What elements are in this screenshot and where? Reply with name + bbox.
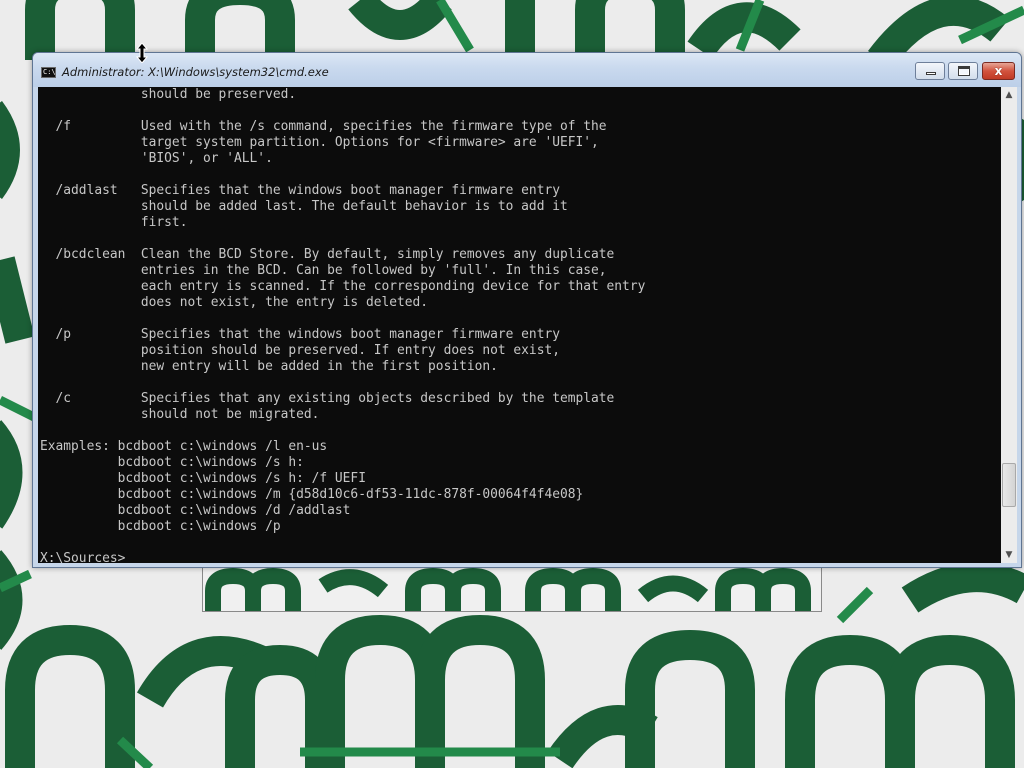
- scroll-up-arrow-icon[interactable]: ▲: [1001, 87, 1017, 103]
- console-line: does not exist, the entry is deleted.: [40, 295, 429, 310]
- console-line: /bcdclean Clean the BCD Store. By defaul…: [40, 247, 615, 262]
- resize-vertical-icon: [136, 43, 148, 63]
- console-line: position should be preserved. If entry d…: [40, 343, 560, 358]
- cmd-icon[interactable]: C:\: [41, 67, 56, 78]
- scrollbar-thumb[interactable]: [1002, 463, 1016, 507]
- console-text[interactable]: should be preserved. /f Used with the /s…: [38, 87, 1001, 563]
- console-line: Examples: bcdboot c:\windows /l en-us: [40, 439, 328, 454]
- scroll-down-arrow-icon[interactable]: ▼: [1001, 547, 1017, 563]
- console-line: bcdboot c:\windows /m {d58d10c6-df53-11d…: [40, 487, 584, 502]
- console-line: /f Used with the /s command, specifies t…: [40, 119, 607, 134]
- vertical-scrollbar[interactable]: ▲ ▼: [1001, 87, 1017, 563]
- console-line: bcdboot c:\windows /d /addlast: [40, 503, 351, 518]
- console-line: X:\Sources>: [40, 551, 126, 563]
- minimize-button[interactable]: [915, 62, 945, 80]
- console-output[interactable]: should be preserved. /f Used with the /s…: [38, 87, 1001, 563]
- console-line: /p Specifies that the windows boot manag…: [40, 327, 560, 342]
- console-line: bcdboot c:\windows /p: [40, 519, 281, 534]
- console-line: /addlast Specifies that the windows boot…: [40, 183, 560, 198]
- title-bar[interactable]: C:\ Administrator: X:\Windows\system32\c…: [33, 53, 1021, 87]
- minimize-icon: [926, 72, 936, 75]
- console-line: should not be migrated.: [40, 407, 320, 422]
- console-line: new entry will be added in the first pos…: [40, 359, 498, 374]
- console-line: should be added last. The default behavi…: [40, 199, 568, 214]
- cmd-window[interactable]: C:\ Administrator: X:\Windows\system32\c…: [32, 52, 1022, 568]
- console-line: bcdboot c:\windows /s h:: [40, 455, 304, 470]
- console-line: each entry is scanned. If the correspond…: [40, 279, 646, 294]
- maximize-button[interactable]: [948, 62, 978, 80]
- maximize-icon: [958, 66, 970, 76]
- window-title: Administrator: X:\Windows\system32\cmd.e…: [62, 65, 329, 79]
- console-line: 'BIOS', or 'ALL'.: [40, 151, 273, 166]
- close-button[interactable]: x: [982, 62, 1015, 80]
- background-window: [202, 566, 822, 612]
- console-line: first.: [40, 215, 188, 230]
- console-line: bcdboot c:\windows /s h: /f UEFI: [40, 471, 366, 486]
- console-line: entries in the BCD. Can be followed by '…: [40, 263, 607, 278]
- close-icon: x: [994, 64, 1003, 78]
- console-line: target system partition. Options for <fi…: [40, 135, 599, 150]
- console-line: /c Specifies that any existing objects d…: [40, 391, 615, 406]
- console-line: should be preserved.: [40, 87, 297, 102]
